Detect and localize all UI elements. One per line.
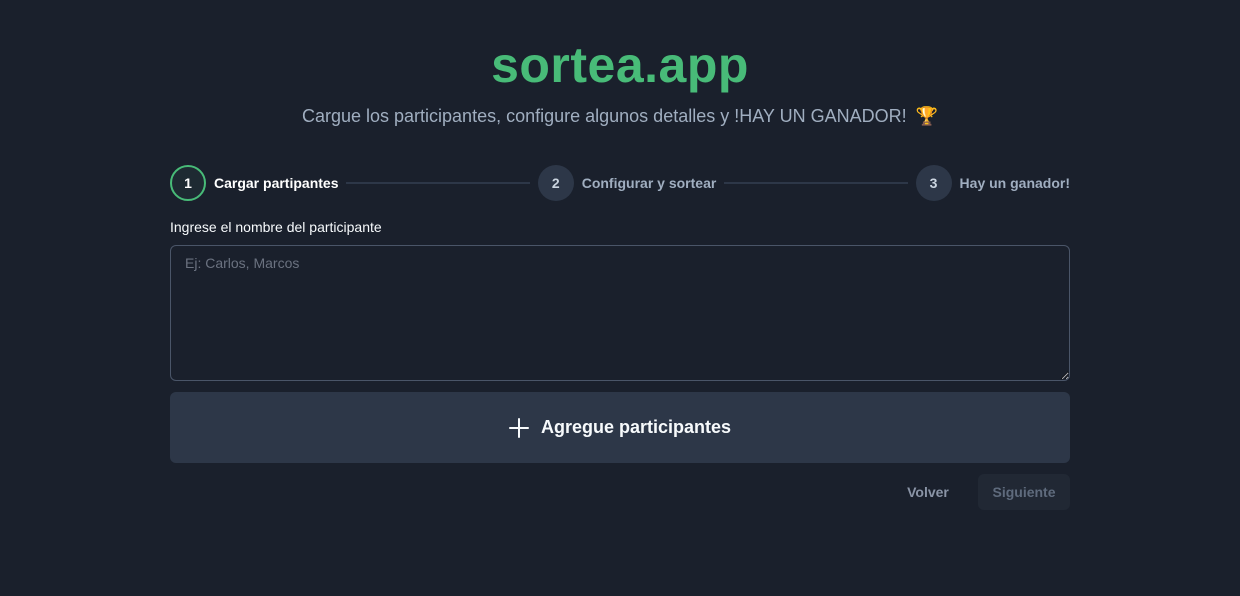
app-logo: sortea.app <box>491 37 749 93</box>
step-load-participants: 1 Cargar partipantes <box>170 165 338 201</box>
step-label: Cargar partipantes <box>214 175 339 191</box>
tagline-text: Cargue los participantes, configure algu… <box>301 106 907 126</box>
step-configure-draw: 2 Configurar y sortear <box>537 165 717 201</box>
add-participants-button[interactable]: Agregue participantes <box>170 392 1070 463</box>
add-participants-label: Agregue participantes <box>540 417 732 437</box>
step-connector <box>346 182 530 184</box>
plus-icon <box>508 417 529 438</box>
step-connector <box>724 182 908 184</box>
step-winner: 3 Hay un ganador! <box>915 165 1071 201</box>
participant-name-input[interactable] <box>170 245 1070 381</box>
step-number: 3 <box>915 165 952 201</box>
next-button[interactable]: Siguiente <box>978 474 1070 510</box>
step-label: Configurar y sortear <box>581 175 717 191</box>
participant-name-label: Ingrese el nombre del participante <box>170 219 382 235</box>
step-label: Hay un ganador! <box>959 175 1071 191</box>
step-number: 2 <box>537 165 574 201</box>
stepper: 1 Cargar partipantes 2 Configurar y sort… <box>170 165 1070 201</box>
trophy-icon: 🏆 <box>915 106 939 126</box>
step-number: 1 <box>170 165 206 201</box>
tagline: Cargue los participantes, configure algu… <box>0 104 1240 128</box>
back-button[interactable]: Volver <box>888 474 968 510</box>
